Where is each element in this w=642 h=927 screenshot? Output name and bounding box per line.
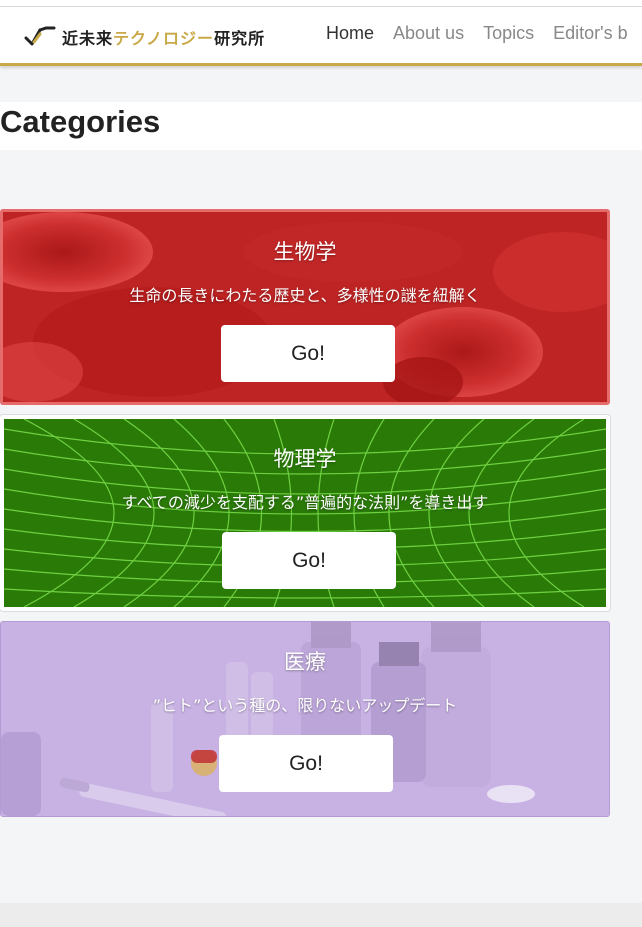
go-button-physics[interactable]: Go! — [222, 532, 396, 589]
brand-name-part2: テクノロジー — [113, 29, 215, 48]
card-title: 医療 — [284, 650, 326, 674]
brand-name-part1: 近未来 — [62, 29, 114, 48]
card-content: 物理学 すべての減少を支配する”普遍的な法則”を導き出す Go! — [4, 419, 606, 607]
go-button-biology[interactable]: Go! — [221, 325, 395, 382]
card-description: ”ヒト”という種の、限りないアップデート — [152, 696, 458, 715]
nav-home[interactable]: Home — [326, 23, 374, 44]
card-description: すべての減少を支配する”普遍的な法則”を導き出す — [121, 493, 489, 512]
brand-logo[interactable]: 近未来テクノロジー研究所 — [24, 25, 265, 49]
card-content: 医療 ”ヒト”という種の、限りないアップデート Go! — [1, 622, 609, 816]
logo-mark-icon — [24, 26, 56, 46]
card-description: 生命の長きにわたる歴史と、多様性の謎を紐解く — [129, 286, 481, 305]
brand-name-part3: 研究所 — [214, 29, 266, 48]
card-title: 生物学 — [273, 240, 337, 264]
category-card-physics: 物理学 すべての減少を支配する”普遍的な法則”を導き出す Go! — [0, 415, 610, 611]
go-button-medicine[interactable]: Go! — [219, 735, 393, 792]
page-title: Categories — [0, 104, 161, 139]
browser-top-edge — [0, 0, 642, 7]
categories-header: Categories — [0, 102, 642, 150]
main-nav: Home About us Topics Editor's b — [326, 23, 642, 44]
footer-strip — [0, 903, 642, 927]
nav-topics[interactable]: Topics — [483, 23, 534, 44]
brand-name: 近未来テクノロジー研究所 — [62, 25, 265, 49]
category-card-biology: 生物学 生命の長きにわたる歴史と、多様性の謎を紐解く Go! — [0, 209, 610, 405]
category-card-medicine: 医療 ”ヒト”という種の、限りないアップデート Go! — [0, 621, 610, 817]
card-title: 物理学 — [273, 447, 337, 471]
navbar: 近未来テクノロジー研究所 Home About us Topics Editor… — [0, 7, 642, 66]
nav-about-us[interactable]: About us — [393, 23, 464, 44]
nav-editors-blog[interactable]: Editor's b — [553, 23, 627, 44]
card-content: 生物学 生命の長きにわたる歴史と、多様性の謎を紐解く Go! — [3, 212, 607, 402]
